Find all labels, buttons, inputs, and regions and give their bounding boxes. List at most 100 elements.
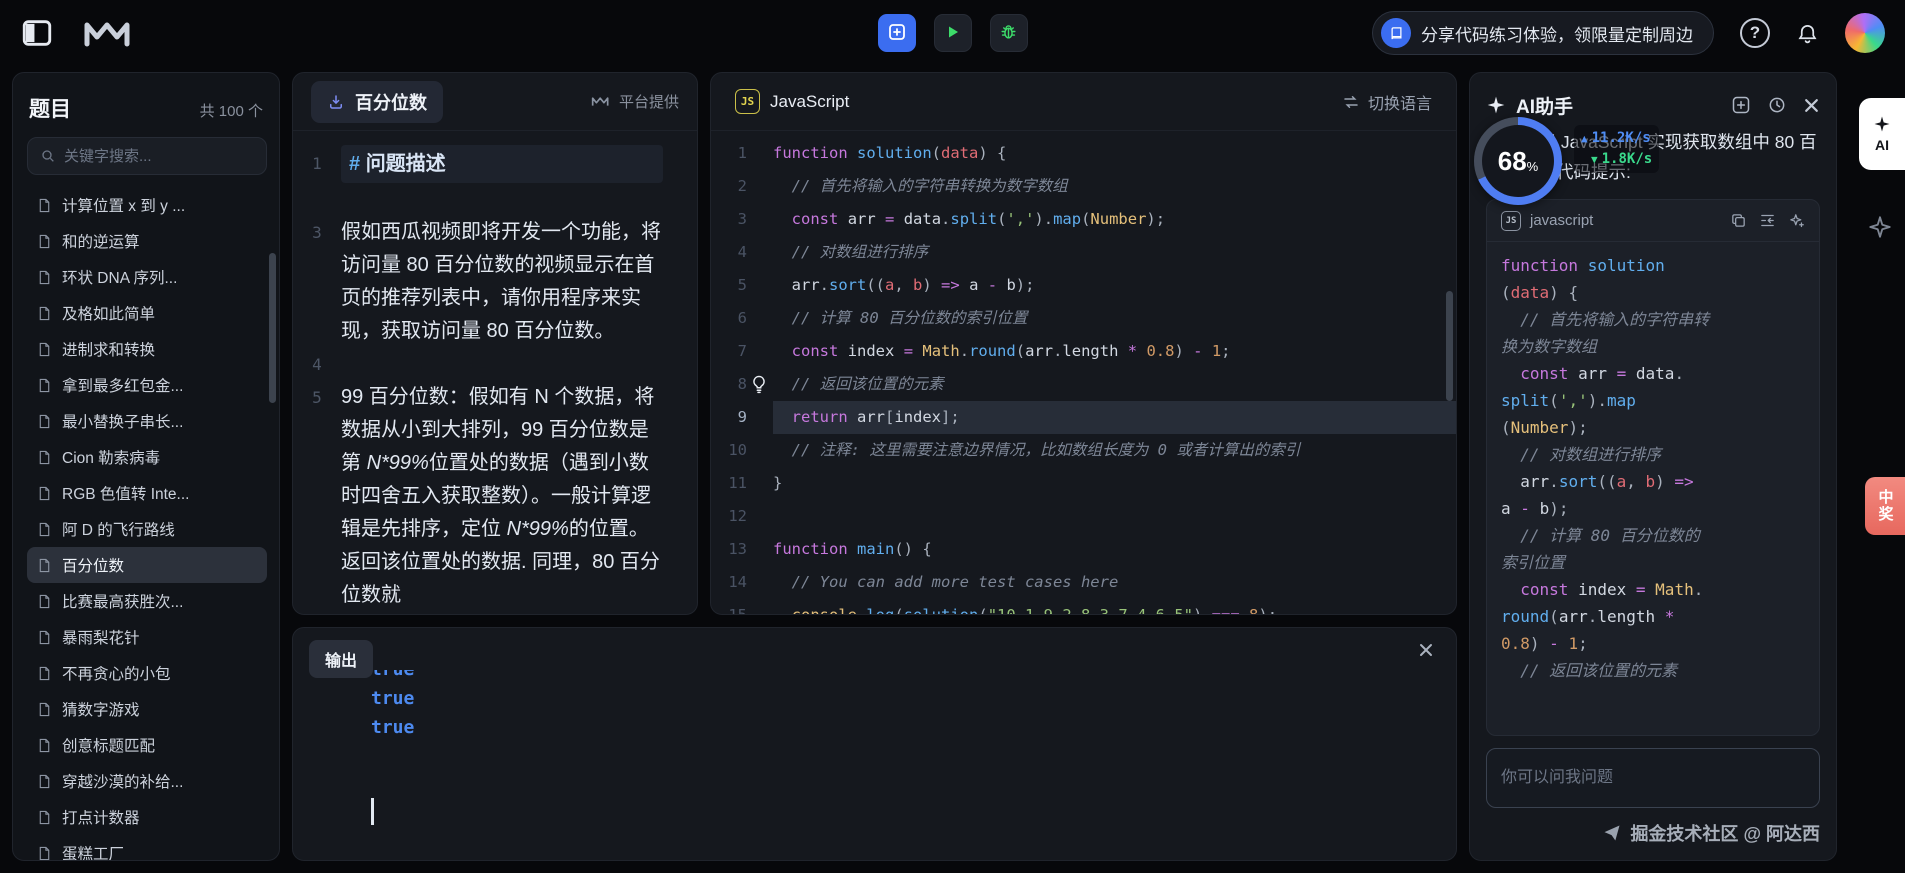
progress-ring: 68% <box>1474 117 1562 205</box>
side-tool-icon[interactable] <box>1867 214 1893 240</box>
sidebar-item[interactable]: 最小替换子串长... <box>27 403 267 439</box>
sidebar-item[interactable]: 阿 D 的飞行路线 <box>27 511 267 547</box>
document-icon <box>37 522 52 537</box>
sidebar-item-label: 环状 DNA 序列... <box>62 266 177 288</box>
sidebar-item-label: 阿 D 的飞行路线 <box>62 518 175 540</box>
line-number: 3 <box>711 203 773 236</box>
sidebar-item[interactable]: 打点计数器 <box>27 799 267 835</box>
ai-assistant-panel: AI助手 68% ▲11.2K/s ▼1.8K/s 以下是用 JavaScrip… <box>1469 72 1837 861</box>
sidebar-item-label: 打点计数器 <box>62 806 140 828</box>
sidebar-item[interactable]: 蛋糕工厂 <box>27 835 267 860</box>
output-lines: truetruetrue <box>371 670 1436 742</box>
sidebar-item[interactable]: 创意标题匹配 <box>27 727 267 763</box>
lightbulb-hint-icon[interactable] <box>749 374 769 394</box>
heading-hash: # <box>349 153 366 175</box>
problems-count: 共 100 个 <box>200 100 263 121</box>
promo-banner[interactable]: 分享代码练习体验，领限量定制周边 <box>1372 11 1714 55</box>
sidebar-item[interactable]: Cion 勒索病毒 <box>27 439 267 475</box>
sidebar-item[interactable]: 环状 DNA 序列... <box>27 259 267 295</box>
insert-code-icon[interactable] <box>1759 212 1776 229</box>
editor-line: 15 console.log(solution("10,1,9,2,8,3,7,… <box>711 599 1456 614</box>
sidebar-scrollbar[interactable] <box>269 253 276 403</box>
sidebar-item[interactable]: 不再贪心的小包 <box>27 655 267 691</box>
markdown-row <box>293 183 697 216</box>
editor-surface[interactable]: 1function solution(data) {2 // 首先将输入的字符串… <box>711 131 1456 614</box>
line-number: 4 <box>711 236 773 269</box>
run-button[interactable] <box>934 14 972 52</box>
markdown-row: 1# 问题描述 <box>293 145 697 183</box>
sidebar-item[interactable]: 猜数字游戏 <box>27 691 267 727</box>
search-input[interactable] <box>64 148 263 165</box>
progress-unit: % <box>1527 159 1539 174</box>
tab-javascript[interactable]: JS JavaScript <box>735 89 849 114</box>
sidebar-item[interactable]: RGB 色值转 Inte... <box>27 475 267 511</box>
output-close-icon[interactable] <box>1418 642 1434 658</box>
user-avatar[interactable] <box>1845 13 1885 53</box>
copy-icon[interactable] <box>1730 212 1747 229</box>
line-number: 7 <box>711 335 773 368</box>
document-icon <box>37 270 52 285</box>
debug-button[interactable] <box>990 14 1028 52</box>
document-icon <box>37 738 52 753</box>
line-number: 4 <box>293 348 341 381</box>
notifications-bell-icon[interactable] <box>1796 22 1819 45</box>
sidebar-item[interactable]: 和的逆运算 <box>27 223 267 259</box>
problem-title-badge: 百分位数 <box>311 81 443 123</box>
swap-arrows-icon <box>1342 93 1360 111</box>
sidebar-item-label: 暴雨梨花针 <box>62 626 140 648</box>
code-text: // 首先将输入的字符串转换为数字数组 <box>773 170 1456 203</box>
switch-language-label: 切换语言 <box>1368 90 1432 114</box>
promo-side-badge[interactable]: 中奖 <box>1865 477 1905 535</box>
output-console[interactable]: truetruetrue <box>293 670 1456 860</box>
editor-scrollbar[interactable] <box>1446 291 1453 401</box>
sparkle-plus-icon[interactable] <box>1788 212 1805 229</box>
problem-header: 百分位数 平台提供 <box>293 73 697 131</box>
document-icon <box>37 810 52 825</box>
sidebar-toggle-icon[interactable] <box>20 16 54 50</box>
search-box[interactable] <box>27 137 267 175</box>
workspace-column: 百分位数 平台提供 1# 问题描述3假如西瓜视频即将开发一个功能，将访问量 80… <box>292 72 1457 861</box>
document-icon <box>37 774 52 789</box>
ai-tab-label: AI <box>1875 137 1889 153</box>
sidebar-item-label: 创意标题匹配 <box>62 734 155 756</box>
sidebar-item[interactable]: 暴雨梨花针 <box>27 619 267 655</box>
code-block-actions <box>1730 212 1805 229</box>
sidebar-item-label: 进制求和转换 <box>62 338 155 360</box>
help-button[interactable]: ? <box>1740 18 1770 48</box>
switch-language-button[interactable]: 切换语言 <box>1342 90 1432 114</box>
markdown-text <box>341 348 663 381</box>
problem-title: 百分位数 <box>355 89 427 115</box>
ai-assistant-tab[interactable]: AI <box>1859 98 1905 170</box>
history-icon[interactable] <box>1767 95 1787 115</box>
sidebar-item[interactable]: 计算位置 x 到 y ... <box>27 187 267 223</box>
editor-line: 1function solution(data) { <box>711 137 1456 170</box>
ai-question-input[interactable] <box>1486 748 1820 808</box>
sidebar-item-label: 及格如此简单 <box>62 302 155 324</box>
promo-banner-text: 分享代码练习体验，领限量定制周边 <box>1421 21 1693 46</box>
sidebar-item[interactable]: 百分位数 <box>27 547 267 583</box>
new-chat-icon[interactable] <box>1731 95 1751 115</box>
problem-markdown: 1# 问题描述3假如西瓜视频即将开发一个功能，将访问量 80 百分位数的视频显示… <box>293 131 697 614</box>
sidebar-item[interactable]: 及格如此简单 <box>27 295 267 331</box>
sidebar-item[interactable]: 穿越沙漠的补给... <box>27 763 267 799</box>
editor-line: 11} <box>711 467 1456 500</box>
sidebar-item[interactable]: 拿到最多红包金... <box>27 367 267 403</box>
sidebar-item[interactable]: 比赛最高获胜次... <box>27 583 267 619</box>
plus-square-button[interactable] <box>878 14 916 52</box>
markdown-text <box>341 183 663 216</box>
terminal-cursor <box>371 798 374 825</box>
code-line: const arr = data. <box>1501 360 1805 387</box>
sidebar-item[interactable]: 进制求和转换 <box>27 331 267 367</box>
line-number <box>293 183 341 216</box>
editor-line: 5 arr.sort((a, b) => a - b); <box>711 269 1456 302</box>
code-line: // 计算 80 百分位数的 <box>1501 522 1805 549</box>
close-icon[interactable] <box>1803 97 1820 114</box>
code-text: // 注释: 这里需要注意边界情况，比如数组长度为 0 或者计算出的索引 <box>773 434 1456 467</box>
code-line: round(arr.length * <box>1501 603 1805 630</box>
markdown-text: # 问题描述 <box>341 145 663 183</box>
editor-line: 4 // 对数组进行排序 <box>711 236 1456 269</box>
output-panel: 输出 truetruetrue <box>292 627 1457 861</box>
problem-provider: 平台提供 <box>591 91 679 112</box>
problem-list: 计算位置 x 到 y ...和的逆运算环状 DNA 序列... 及格如此简单进制求… <box>27 187 267 860</box>
document-icon <box>37 594 52 609</box>
